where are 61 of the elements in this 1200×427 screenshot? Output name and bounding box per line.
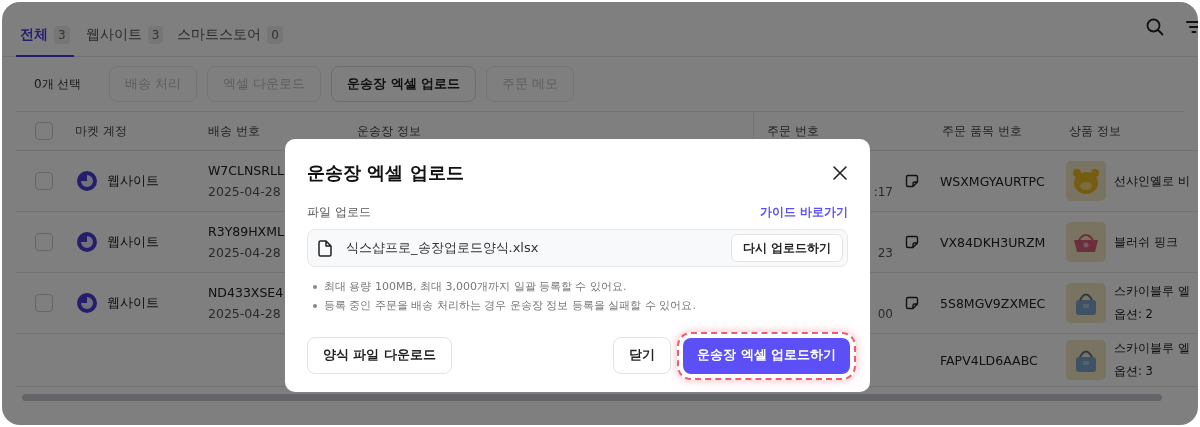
column-header: 주문 번호 [767,122,819,140]
selection-count: 0개 선택 [34,75,82,93]
reupload-button[interactable]: 다시 업로드하기 [730,234,843,262]
market-icon [77,232,97,252]
column-header: 주문 품목 번호 [942,122,1022,140]
checkbox[interactable] [35,122,53,140]
note-text: 등록 중인 주문을 배송 처리하는 경우 운송장 정보 등록을 실패할 수 있어요. [324,298,696,313]
note-icon[interactable] [903,234,920,250]
column-header: 마켓 계정 [75,122,127,140]
market-name: 웹사이트 [107,172,159,190]
search-icon[interactable] [1146,18,1164,36]
bullet-icon [313,303,317,308]
order-item-number: 5S8MGV9ZXMEC [940,295,1046,311]
column-header: 상품 정보 [1069,122,1121,140]
bullet-icon [313,284,317,289]
column-header: 운송장 정보 [357,122,421,140]
note-text: 최대 용량 100MB, 최대 3,000개까지 일괄 등록할 수 있어요. [324,279,627,294]
shipping-date: 2025-04-28 [208,184,281,199]
close-icon[interactable] [832,165,848,181]
order-time: 00 [877,307,893,321]
toolbar-button[interactable]: 운송장 엑셀 업로드 [331,66,477,102]
product-name: 선샤인옐로 비 [1114,173,1190,189]
market-icon [77,293,97,313]
tab[interactable]: 웹사이트 3 [83,26,166,57]
product-option: 옵션: 2 [1114,307,1190,322]
market-icon [77,171,97,191]
order-time: :17 [873,185,893,199]
tab[interactable]: 스마트스토어 0 [175,26,285,57]
filter-icon[interactable] [1186,21,1198,33]
field-label: 파일 업로드 [307,205,371,220]
note-icon[interactable] [903,173,920,189]
checkbox[interactable] [35,233,53,251]
order-item-number: VX84DKH3URZM [940,234,1046,250]
column-header: 배송 번호 [208,122,260,140]
order-item-number: WSXMGYAURTPC [940,173,1045,189]
shipping-date: 2025-04-28 [208,306,281,321]
template-download-button[interactable]: 양식 파일 다운로드 [307,337,452,374]
market-name: 웹사이트 [107,233,159,251]
upload-button[interactable]: 운송장 엑셀 업로드하기 [683,337,850,374]
tab[interactable]: 전체 3 [16,26,74,57]
product-option: 옵션: 3 [1114,364,1190,379]
shipping-number: ND433XSE4 [208,285,284,300]
shipping-number: R3Y89HXML [208,224,284,239]
file-name: 식스샵프로_송장업로드양식.xlsx [346,239,540,257]
shipping-date: 2025-04-28 [208,245,281,260]
order-time: 23 [877,246,893,260]
product-name: 스카이블루 엘 [1114,284,1190,299]
product-name: 블러쉬 핑크 [1114,234,1178,250]
checkbox[interactable] [35,172,53,190]
guide-link[interactable]: 가이드 바로가기 [760,205,848,220]
scrollbar[interactable] [22,394,1162,401]
file-icon [318,239,332,257]
file-field[interactable]: 식스샵프로_송장업로드양식.xlsx 다시 업로드하기 [307,229,848,267]
order-item-number: FAPV4LD6AABC [940,352,1038,368]
checkbox[interactable] [35,294,53,312]
note-icon[interactable] [903,295,920,311]
shipping-number: W7CLNSRLL [208,163,284,178]
product-name: 스카이블루 엘 [1114,341,1190,356]
dialog-title: 운송장 엑셀 업로드 [307,161,464,185]
close-button[interactable]: 닫기 [613,337,672,374]
market-name: 웹사이트 [107,294,159,312]
